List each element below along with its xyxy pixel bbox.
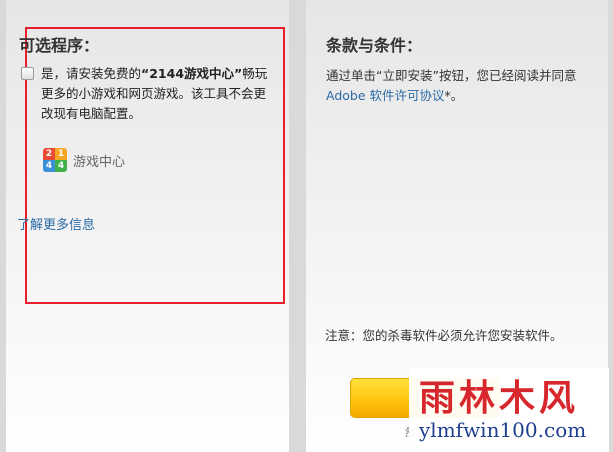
install-offer-checkbox[interactable] (21, 67, 34, 80)
optional-programs-title: 可选程序： (19, 36, 100, 55)
icon-digit: 4 (43, 160, 55, 172)
offer-prefix: 是，请安装免费的 (41, 66, 142, 81)
terms-description: 通过单击“立即安装”按钮，您已经阅读并同意 Adobe 软件许可协议*。 (326, 66, 598, 106)
icon-digit: 2 (43, 148, 55, 160)
app-name-label: 游戏中心 (73, 155, 126, 170)
terms-title: 条款与条件： (326, 36, 423, 55)
watermark-title: 雨林木风 (419, 377, 580, 419)
terms-prefix: 通过单击“立即安装”按钮，您已经阅读并同意 (326, 68, 577, 83)
license-agreement-link[interactable]: Adobe 软件许可协议 (326, 88, 445, 103)
watermark-url: ylmfwin100.com (419, 418, 587, 442)
game-center-icon: 2 1 4 4 (43, 148, 67, 172)
terms-link-suffix: *。 (444, 88, 464, 103)
offer-description: 是，请安装免费的“2144游戏中心”畅玩更多的小游戏和网页游戏。该工具不会更改现… (41, 64, 273, 124)
site-watermark: 雨林木风 ylmfwin100.com (409, 368, 609, 452)
icon-digit: 1 (55, 148, 67, 160)
antivirus-notice: 注意：您的杀毒软件必须允许您安装软件。 (325, 328, 563, 343)
more-info-link[interactable]: 了解更多信息 (17, 214, 95, 233)
offer-app-name: “2144游戏中心” (141, 66, 243, 81)
icon-digit: 4 (55, 160, 67, 172)
